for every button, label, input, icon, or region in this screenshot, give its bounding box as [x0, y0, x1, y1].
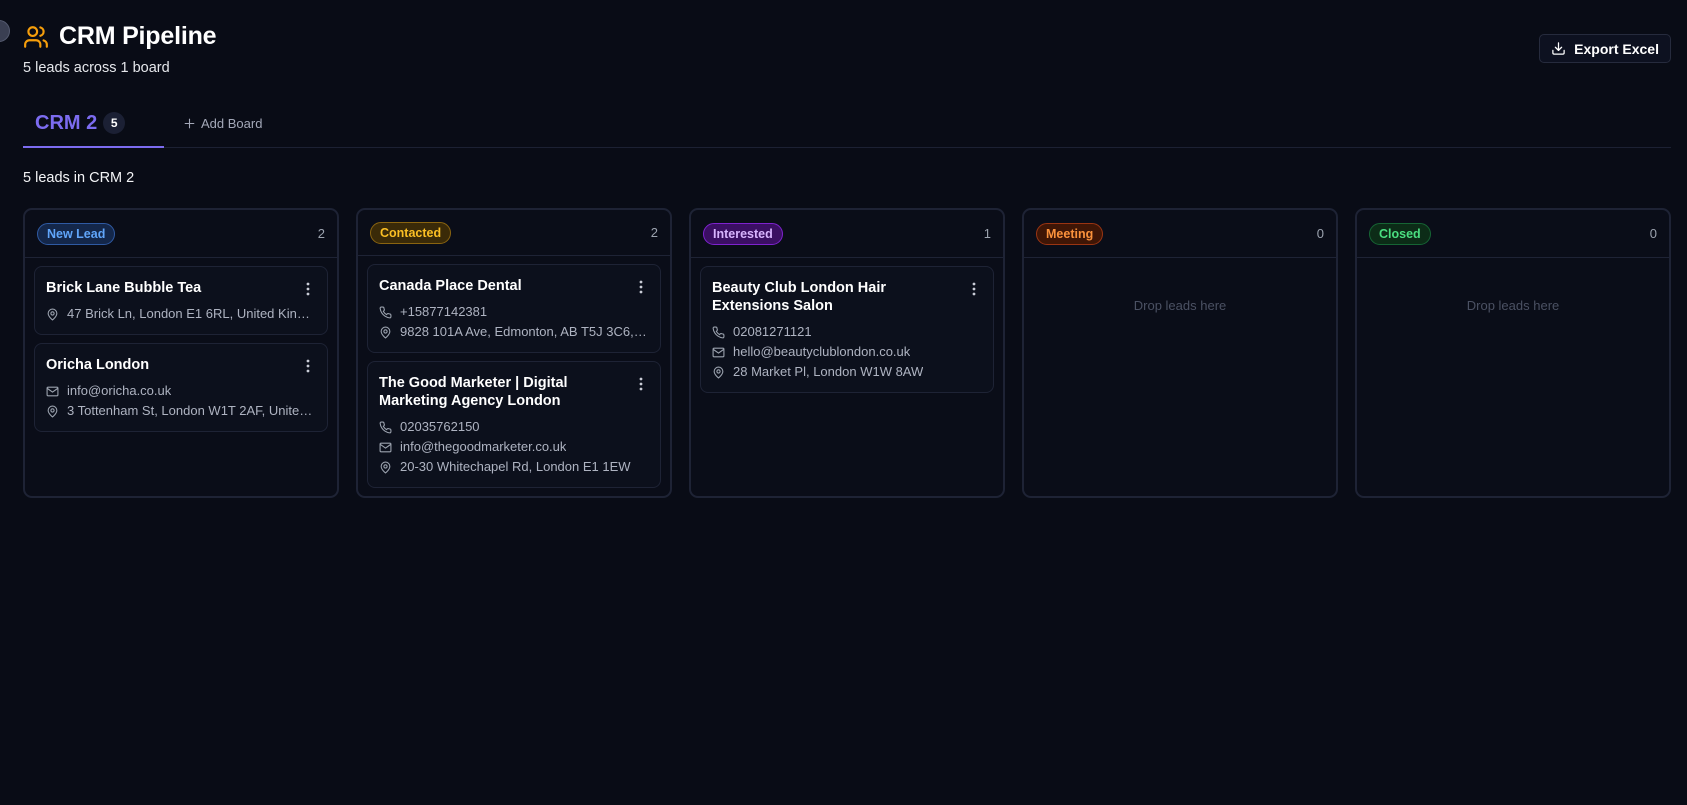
- board-tabs: CRM 2 5 Add Board: [23, 100, 1671, 148]
- lead-email-row: hello@beautyclublondon.co.uk: [712, 342, 982, 362]
- lead-card[interactable]: Brick Lane Bubble Tea 47 Brick Ln, Londo…: [34, 266, 328, 335]
- page-title: CRM Pipeline: [59, 22, 217, 50]
- stage-badge-new-lead: New Lead: [37, 222, 116, 245]
- export-excel-button[interactable]: Export Excel: [1539, 34, 1671, 63]
- lead-phone-row: 02081271121: [712, 322, 982, 342]
- map-pin-icon: [713, 366, 724, 379]
- lead-address-row: 9828 101A Ave, Edmonton, AB T5J 3C6, C..…: [379, 322, 649, 342]
- column-count: 2: [650, 225, 658, 240]
- lead-card[interactable]: Canada Place Dental +15877142381 9828 10…: [367, 264, 661, 353]
- column-count: 2: [317, 226, 325, 241]
- stage-badge-closed: Closed: [1369, 222, 1431, 245]
- column-header: Contacted 2: [358, 210, 670, 256]
- column-meeting[interactable]: Meeting 0 Drop leads here: [1022, 208, 1338, 498]
- column-header: New Lead 2: [25, 210, 337, 258]
- page-subtitle: 5 leads across 1 board: [23, 60, 170, 76]
- more-vertical-icon[interactable]: [634, 279, 648, 295]
- lead-address: 3 Tottenham St, London W1T 2AF, United .…: [67, 403, 316, 418]
- column-count: 0: [1649, 226, 1657, 241]
- lead-address: 9828 101A Ave, Edmonton, AB T5J 3C6, C..…: [400, 324, 649, 339]
- lead-email: info@thegoodmarketer.co.uk: [400, 439, 567, 454]
- lead-name: Beauty Club London Hair Extensions Salon: [712, 280, 886, 314]
- lead-phone: 02035762150: [400, 419, 480, 434]
- mail-icon: [379, 442, 392, 452]
- more-vertical-icon[interactable]: [301, 281, 315, 297]
- column-header: Closed 0: [1357, 210, 1669, 258]
- lead-address-row: 47 Brick Ln, London E1 6RL, United Kingd…: [46, 304, 316, 324]
- phone-icon: [712, 326, 725, 338]
- lead-email-row: info@thegoodmarketer.co.uk: [379, 437, 649, 457]
- column-new-lead[interactable]: New Lead 2 Brick Lane Bubble Tea 47 Bric…: [23, 208, 339, 498]
- add-board-label: Add Board: [201, 115, 263, 131]
- mail-icon: [712, 347, 725, 357]
- lead-address-row: 20-30 Whitechapel Rd, London E1 1EW: [379, 457, 649, 477]
- lead-phone: 02081271121: [733, 324, 812, 339]
- column-count: 1: [983, 226, 991, 241]
- lead-card[interactable]: The Good Marketer | Digital Marketing Ag…: [367, 361, 661, 488]
- kanban-board: New Lead 2 Brick Lane Bubble Tea 47 Bric…: [23, 208, 1671, 498]
- map-pin-icon: [47, 405, 58, 418]
- lead-card[interactable]: Oricha London info@oricha.co.uk 3 Totten…: [34, 343, 328, 432]
- lead-address-row: 3 Tottenham St, London W1T 2AF, United .…: [46, 401, 316, 421]
- lead-address-row: 28 Market Pl, London W1W 8AW: [712, 362, 982, 382]
- lead-address: 28 Market Pl, London W1W 8AW: [733, 364, 924, 379]
- lead-name: Canada Place Dental: [379, 278, 522, 294]
- tab-count-badge: 5: [103, 112, 126, 134]
- more-vertical-icon[interactable]: [967, 281, 981, 297]
- phone-icon: [379, 421, 392, 433]
- column-header: Meeting 0: [1024, 210, 1336, 258]
- column-contacted[interactable]: Contacted 2 Canada Place Dental +1587714…: [356, 208, 672, 498]
- lead-address: 47 Brick Ln, London E1 6RL, United Kingd…: [67, 306, 316, 321]
- lead-phone-row: +15877142381: [379, 302, 649, 322]
- stage-badge-contacted: Contacted: [370, 221, 452, 244]
- more-vertical-icon[interactable]: [634, 376, 648, 392]
- stage-badge-meeting: Meeting: [1036, 222, 1104, 245]
- map-pin-icon: [380, 461, 391, 474]
- lead-phone: +15877142381: [400, 304, 488, 319]
- column-header: Interested 1: [691, 210, 1003, 258]
- users-icon: [24, 25, 48, 48]
- drop-zone-hint: Drop leads here: [1133, 298, 1227, 313]
- phone-icon: [379, 306, 392, 318]
- lead-name: Brick Lane Bubble Tea: [46, 280, 202, 296]
- lead-name: The Good Marketer | Digital Marketing Ag…: [379, 375, 568, 409]
- column-closed[interactable]: Closed 0 Drop leads here: [1355, 208, 1671, 498]
- lead-card[interactable]: Beauty Club London Hair Extensions Salon…: [700, 266, 994, 393]
- map-pin-icon: [47, 308, 58, 321]
- board-summary: 5 leads in CRM 2: [23, 170, 135, 186]
- add-board-button[interactable]: Add Board: [183, 112, 262, 134]
- drop-zone-hint: Drop leads here: [1466, 298, 1560, 313]
- column-count: 0: [1316, 226, 1324, 241]
- plus-icon: [184, 118, 195, 128]
- mail-icon: [46, 386, 59, 396]
- lead-address: 20-30 Whitechapel Rd, London E1 1EW: [400, 459, 631, 474]
- more-vertical-icon[interactable]: [301, 358, 315, 374]
- lead-email: info@oricha.co.uk: [67, 383, 172, 398]
- lead-email: hello@beautyclublondon.co.uk: [733, 344, 911, 359]
- column-interested[interactable]: Interested 1 Beauty Club London Hair Ext…: [689, 208, 1005, 498]
- export-excel-label: Export Excel: [1574, 40, 1659, 57]
- sidebar-toggle[interactable]: [0, 20, 10, 42]
- page-header: CRM Pipeline 5 leads across 1 board: [23, 22, 217, 76]
- tab-crm-2[interactable]: CRM 2 5: [23, 100, 164, 148]
- stage-badge-interested: Interested: [703, 222, 783, 245]
- lead-name: Oricha London: [46, 357, 150, 373]
- lead-email-row: info@oricha.co.uk: [46, 381, 316, 401]
- download-icon: [1552, 42, 1565, 55]
- map-pin-icon: [380, 326, 391, 339]
- tab-label: CRM 2: [35, 111, 98, 134]
- lead-phone-row: 02035762150: [379, 417, 649, 437]
